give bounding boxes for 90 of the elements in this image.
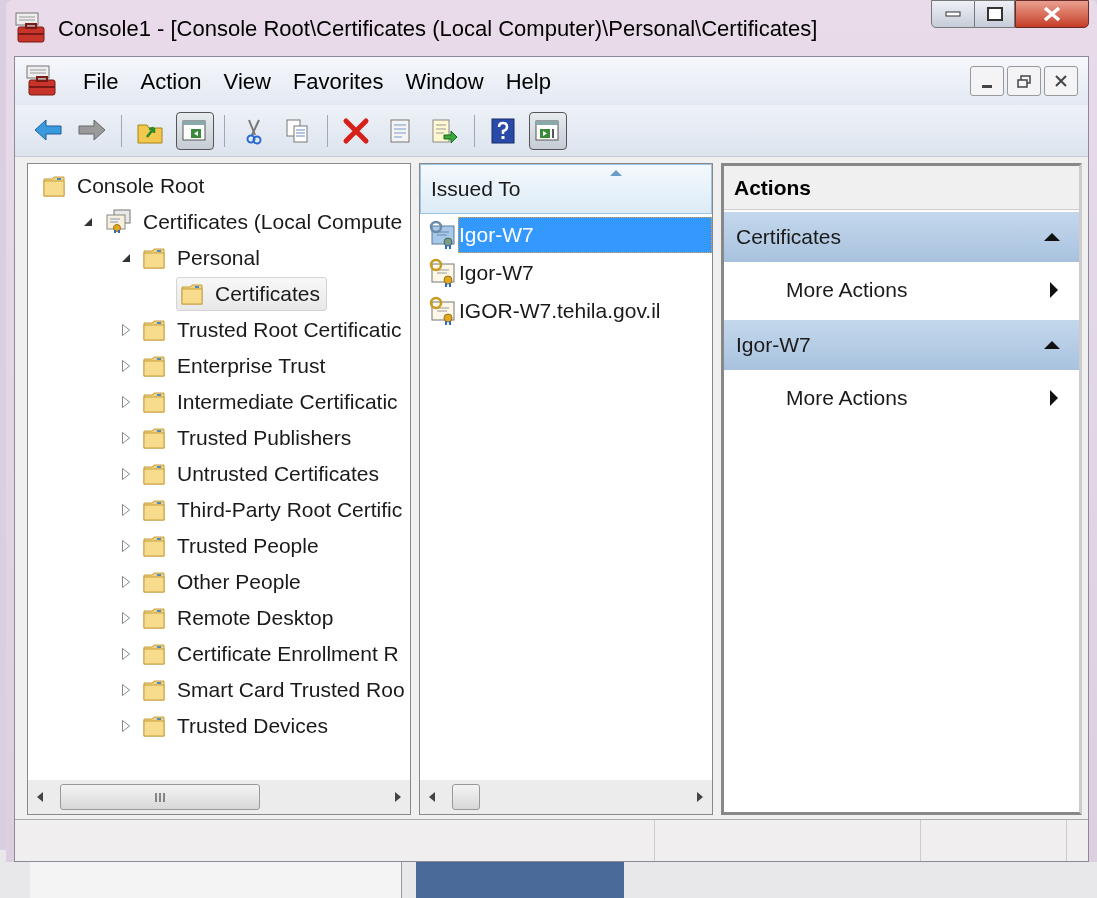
maximize-icon [986,7,1003,21]
tree-item[interactable]: Untrusted Certificates [138,457,386,491]
tree-item[interactable]: Personal [138,241,267,275]
scrollbar-thumb[interactable] [452,784,480,810]
menu-item[interactable]: Favorites [282,62,394,100]
folder-icon [143,247,165,269]
menu-item[interactable]: Help [495,62,561,100]
list-item[interactable]: IGOR-W7.tehila.gov.il [458,293,712,329]
folder-icon [143,715,165,737]
collapsed-triangle-icon[interactable] [121,323,131,337]
scrollbar-thumb[interactable] [60,784,260,810]
folder-icon [43,175,65,197]
certificate-store-icon [105,209,131,235]
toolbar-button[interactable] [176,111,214,150]
menu-item[interactable]: Action [130,62,212,100]
certificate-icon [428,220,458,250]
toolbar-button[interactable] [529,111,567,150]
tree-item[interactable]: Third-Party Root Certific [138,493,410,527]
tree-item[interactable]: Trusted People [138,529,326,563]
minimize-icon [945,11,961,17]
folder-icon [143,679,165,701]
folder-icon [143,535,165,557]
expanded-triangle-icon[interactable] [121,253,131,263]
collapsed-triangle-icon[interactable] [121,539,131,553]
scroll-left-icon [36,791,44,803]
menu-item[interactable]: Window [395,62,494,100]
folder-icon [143,571,165,593]
submenu-arrow-icon [1049,389,1059,407]
submenu-arrow-icon [1049,281,1059,299]
folder-icon [143,643,165,665]
collapsed-triangle-icon[interactable] [121,395,131,409]
minimize-icon [982,85,992,88]
action-link[interactable]: More Actions [724,370,1079,426]
window-title: Console1 - [Console Root\Certificates (Local Computer)\Personal\Certificates] [58,14,818,43]
scroll-left-icon [428,791,436,803]
folder-icon [143,319,165,341]
tree-item[interactable]: Trusted Publishers [138,421,359,455]
close-icon [1043,6,1061,22]
export-list-icon [430,116,460,145]
console-icon [25,64,59,98]
folder-icon [181,283,203,305]
scroll-right-icon [696,791,704,803]
tree-item[interactable]: Other People [138,565,308,599]
folder-icon [143,355,165,377]
action-section-header[interactable]: Igor-W7 [724,320,1079,370]
tree-item[interactable]: Enterprise Trust [138,349,333,383]
certificate-icon [428,296,458,326]
collapsed-triangle-icon[interactable] [121,359,131,373]
folder-icon [143,427,165,449]
collapsed-triangle-icon[interactable] [121,647,131,661]
close-button[interactable] [1044,66,1078,96]
tree-item[interactable]: Console Root [38,169,212,203]
action-link[interactable]: More Actions [724,262,1079,318]
expanded-triangle-icon[interactable] [83,217,93,227]
collapsed-triangle-icon[interactable] [121,719,131,733]
collapsed-triangle-icon[interactable] [121,683,131,697]
collapsed-triangle-icon[interactable] [121,467,131,481]
tree-item[interactable]: Certificates (Local Compute [100,205,410,239]
menu-item[interactable]: View [213,62,281,100]
folder-icon [143,463,165,485]
tree-item[interactable]: Certificates [176,277,328,311]
maximize-button[interactable] [975,0,1015,28]
collapsed-triangle-icon[interactable] [121,611,131,625]
tree-item[interactable]: Intermediate Certificatic [138,385,405,419]
tree-item[interactable]: Trusted Devices [138,709,335,743]
grip-icon [154,792,166,802]
close-button[interactable] [1015,0,1089,28]
folder-icon [143,391,165,413]
collapsed-triangle-icon[interactable] [121,575,131,589]
certificate-icon [428,258,458,288]
menu-item[interactable]: File [73,62,129,100]
restore-icon [1017,74,1031,88]
close-icon [1055,75,1067,87]
tree-item[interactable]: Remote Desktop [138,601,341,635]
actions-heading: Actions [724,166,1079,210]
collapsed-triangle-icon[interactable] [121,431,131,445]
list-item[interactable]: Igor-W7 [458,255,712,291]
tree-item[interactable]: Certificate Enrollment R [138,637,406,671]
column-header[interactable]: Issued To [420,164,712,214]
tree-item[interactable]: Trusted Root Certificatic [138,313,409,347]
folder-icon [143,607,165,629]
console-icon [14,11,48,45]
minimize-button[interactable] [970,66,1004,96]
folder-icon [143,499,165,521]
action-section-header[interactable]: Certificates [724,212,1079,262]
scroll-right-icon [394,791,402,803]
tree-item[interactable]: Smart Card Trusted Roo [138,673,410,707]
minimize-button[interactable] [931,0,975,28]
restore-button[interactable] [1007,66,1041,96]
collapsed-triangle-icon[interactable] [121,503,131,517]
